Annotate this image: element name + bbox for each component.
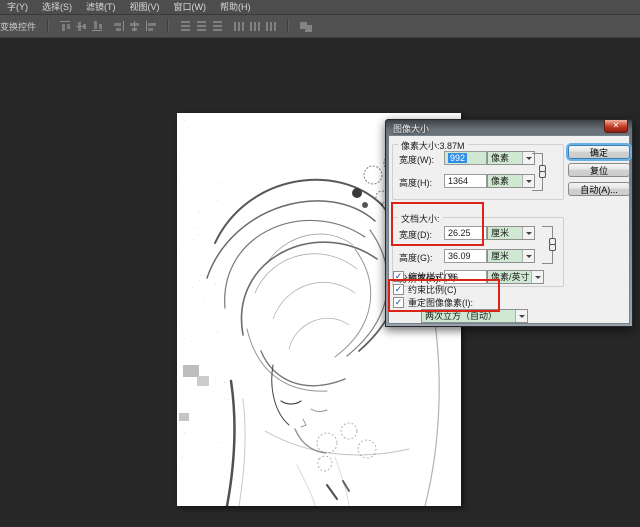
- distribute-top-icon[interactable]: [179, 20, 191, 32]
- doc-height-input[interactable]: 36.09: [444, 249, 487, 263]
- chain-link-icon: [549, 238, 556, 251]
- align-center-icon[interactable]: [129, 20, 141, 32]
- distribute-right-icon[interactable]: [265, 20, 277, 32]
- document-size-group-label: 文档大小:: [398, 212, 443, 225]
- document-link-bracket: [542, 226, 553, 264]
- constrain-proportions-label: 约束比例(C): [408, 283, 457, 296]
- chevron-down-icon[interactable]: [522, 227, 534, 239]
- separator: [287, 19, 289, 33]
- align-left-icon[interactable]: [113, 20, 125, 32]
- chevron-down-icon[interactable]: [531, 271, 543, 283]
- reset-button[interactable]: 复位: [568, 163, 630, 177]
- align-right-icon[interactable]: [145, 20, 157, 32]
- close-icon[interactable]: ✕: [604, 120, 628, 133]
- chain-link-icon: [539, 165, 546, 178]
- align-bottom-icon[interactable]: [91, 20, 103, 32]
- dialog-body: 像素大小:3.87M 宽度(W): 992 像素 高度(H): 1364 像素 …: [388, 135, 630, 324]
- pixel-height-unit-select[interactable]: 像素: [487, 174, 535, 188]
- auto-button[interactable]: 自动(A)...: [568, 182, 630, 196]
- auto-align-layers-icon[interactable]: [299, 20, 314, 32]
- separator: [47, 19, 49, 33]
- distribute-center-icon[interactable]: [249, 20, 261, 32]
- separator: [167, 19, 169, 33]
- show-transform-controls-label: 变换控件: [0, 20, 42, 33]
- constrain-proportions-checkbox-row[interactable]: ✓ 约束比例(C): [393, 283, 457, 295]
- distribute-bottom-icon[interactable]: [211, 20, 223, 32]
- selected-text: 992: [448, 153, 467, 163]
- menu-select[interactable]: 选择(S): [35, 0, 79, 14]
- doc-width-label: 宽度(D):: [399, 228, 432, 241]
- resample-method-select[interactable]: 两次立方（自动）: [421, 309, 528, 323]
- chevron-down-icon[interactable]: [522, 250, 534, 262]
- pixel-width-unit-select[interactable]: 像素: [487, 151, 535, 165]
- image-size-dialog: 图像大小 ✕ 像素大小:3.87M 宽度(W): 992 像素 高度(H): 1…: [385, 119, 633, 327]
- doc-height-unit-select[interactable]: 厘米: [487, 249, 535, 263]
- ok-button[interactable]: 确定: [568, 145, 630, 159]
- pixel-link-bracket: [532, 153, 543, 191]
- distribute-left-icon[interactable]: [233, 20, 245, 32]
- menu-bar: 字(Y) 选择(S) 滤镜(T) 视图(V) 窗口(W) 帮助(H): [0, 0, 640, 15]
- tool-options-bar: 变换控件: [0, 15, 640, 38]
- pixel-height-input[interactable]: 1364: [444, 174, 487, 188]
- distribute-middle-icon[interactable]: [195, 20, 207, 32]
- dialog-title-bar[interactable]: 图像大小 ✕: [386, 120, 632, 135]
- menu-help[interactable]: 帮助(H): [213, 0, 258, 14]
- checkbox-checked-icon[interactable]: ✓: [393, 284, 404, 295]
- dialog-title: 图像大小: [393, 122, 429, 135]
- scale-styles-label: 缩放样式(Y): [408, 270, 456, 283]
- align-middle-icon[interactable]: [75, 20, 87, 32]
- pixel-width-label: 宽度(W):: [399, 153, 434, 166]
- menu-type[interactable]: 字(Y): [0, 0, 35, 14]
- pixel-width-input[interactable]: 992: [444, 151, 487, 165]
- menu-window[interactable]: 窗口(W): [167, 0, 214, 14]
- checkbox-checked-icon[interactable]: ✓: [393, 271, 404, 282]
- resample-image-checkbox-row[interactable]: ✓ 重定图像像素(I):: [393, 296, 473, 308]
- chevron-down-icon[interactable]: [515, 310, 527, 322]
- doc-height-label: 高度(G):: [399, 251, 433, 264]
- doc-width-unit-select[interactable]: 厘米: [487, 226, 535, 240]
- doc-width-input[interactable]: 26.25: [444, 226, 487, 240]
- menu-filter[interactable]: 滤镜(T): [79, 0, 123, 14]
- pixel-height-label: 高度(H):: [399, 176, 432, 189]
- resample-image-label: 重定图像像素(I):: [408, 296, 473, 309]
- checkbox-checked-icon[interactable]: ✓: [393, 297, 404, 308]
- align-top-icon[interactable]: [59, 20, 71, 32]
- resolution-unit-select[interactable]: 像素/英寸: [487, 270, 544, 284]
- scale-styles-checkbox-row[interactable]: ✓ 缩放样式(Y): [393, 270, 456, 282]
- menu-view[interactable]: 视图(V): [123, 0, 167, 14]
